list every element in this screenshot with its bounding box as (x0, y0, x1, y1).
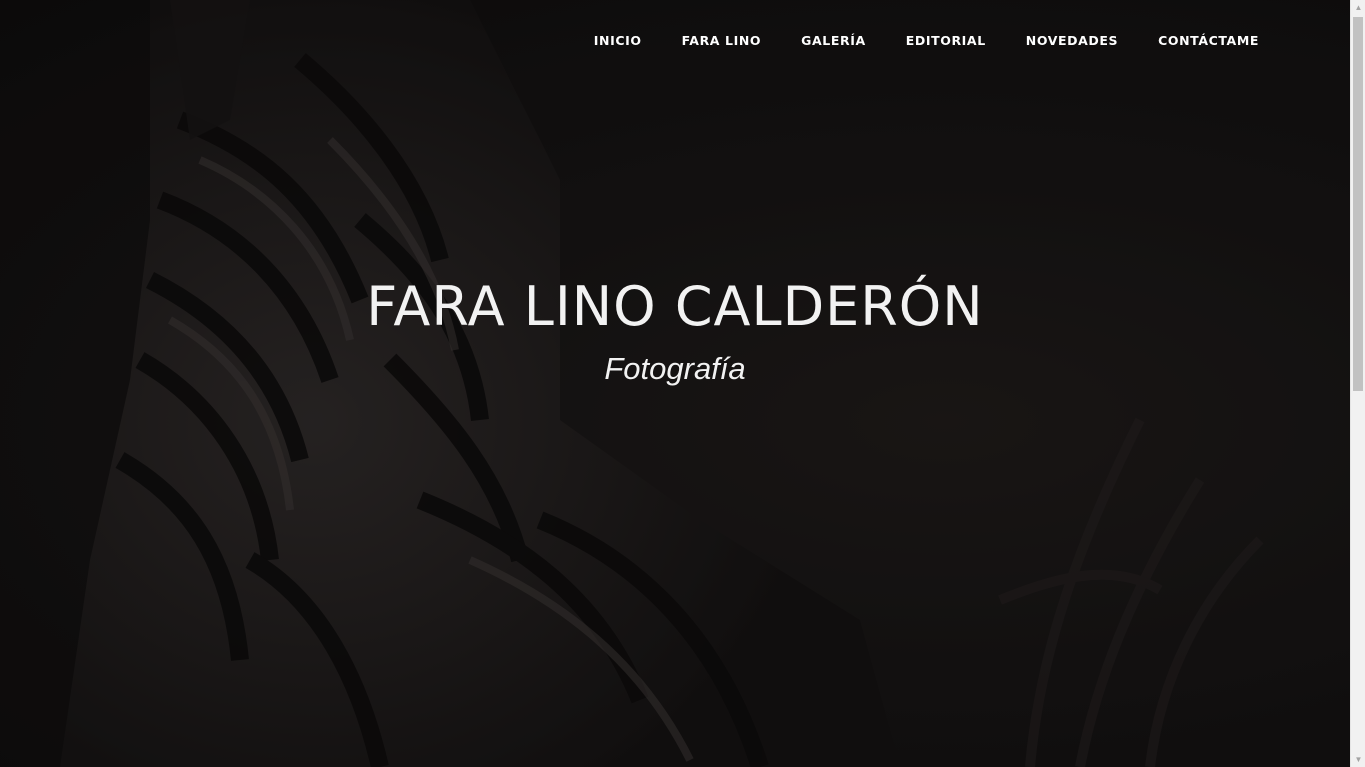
scroll-down-arrow-icon[interactable]: ▼ (1351, 752, 1365, 767)
scroll-up-arrow-icon[interactable]: ▲ (1351, 0, 1365, 15)
nav-item-galeria[interactable]: GALERÍA (781, 32, 886, 50)
scrollbar-thumb[interactable] (1353, 17, 1363, 391)
nav-item-contactame[interactable]: CONTÁCTAME (1138, 32, 1279, 50)
nav-item-inicio[interactable]: INICIO (574, 32, 662, 50)
hero-subtitle: Fotografía (604, 351, 746, 386)
hero-title: FARA LINO CALDERÓN (366, 275, 984, 338)
vertical-scrollbar[interactable]: ▲ ▼ (1350, 0, 1365, 767)
main-navigation: INICIO FARA LINO GALERÍA EDITORIAL NOVED… (574, 32, 1279, 50)
nav-item-editorial[interactable]: EDITORIAL (886, 32, 1006, 50)
page: INICIO FARA LINO GALERÍA EDITORIAL NOVED… (0, 0, 1365, 767)
hero-section: INICIO FARA LINO GALERÍA EDITORIAL NOVED… (0, 0, 1350, 767)
nav-item-novedades[interactable]: NOVEDADES (1006, 32, 1138, 50)
nav-item-fara-lino[interactable]: FARA LINO (662, 32, 782, 50)
